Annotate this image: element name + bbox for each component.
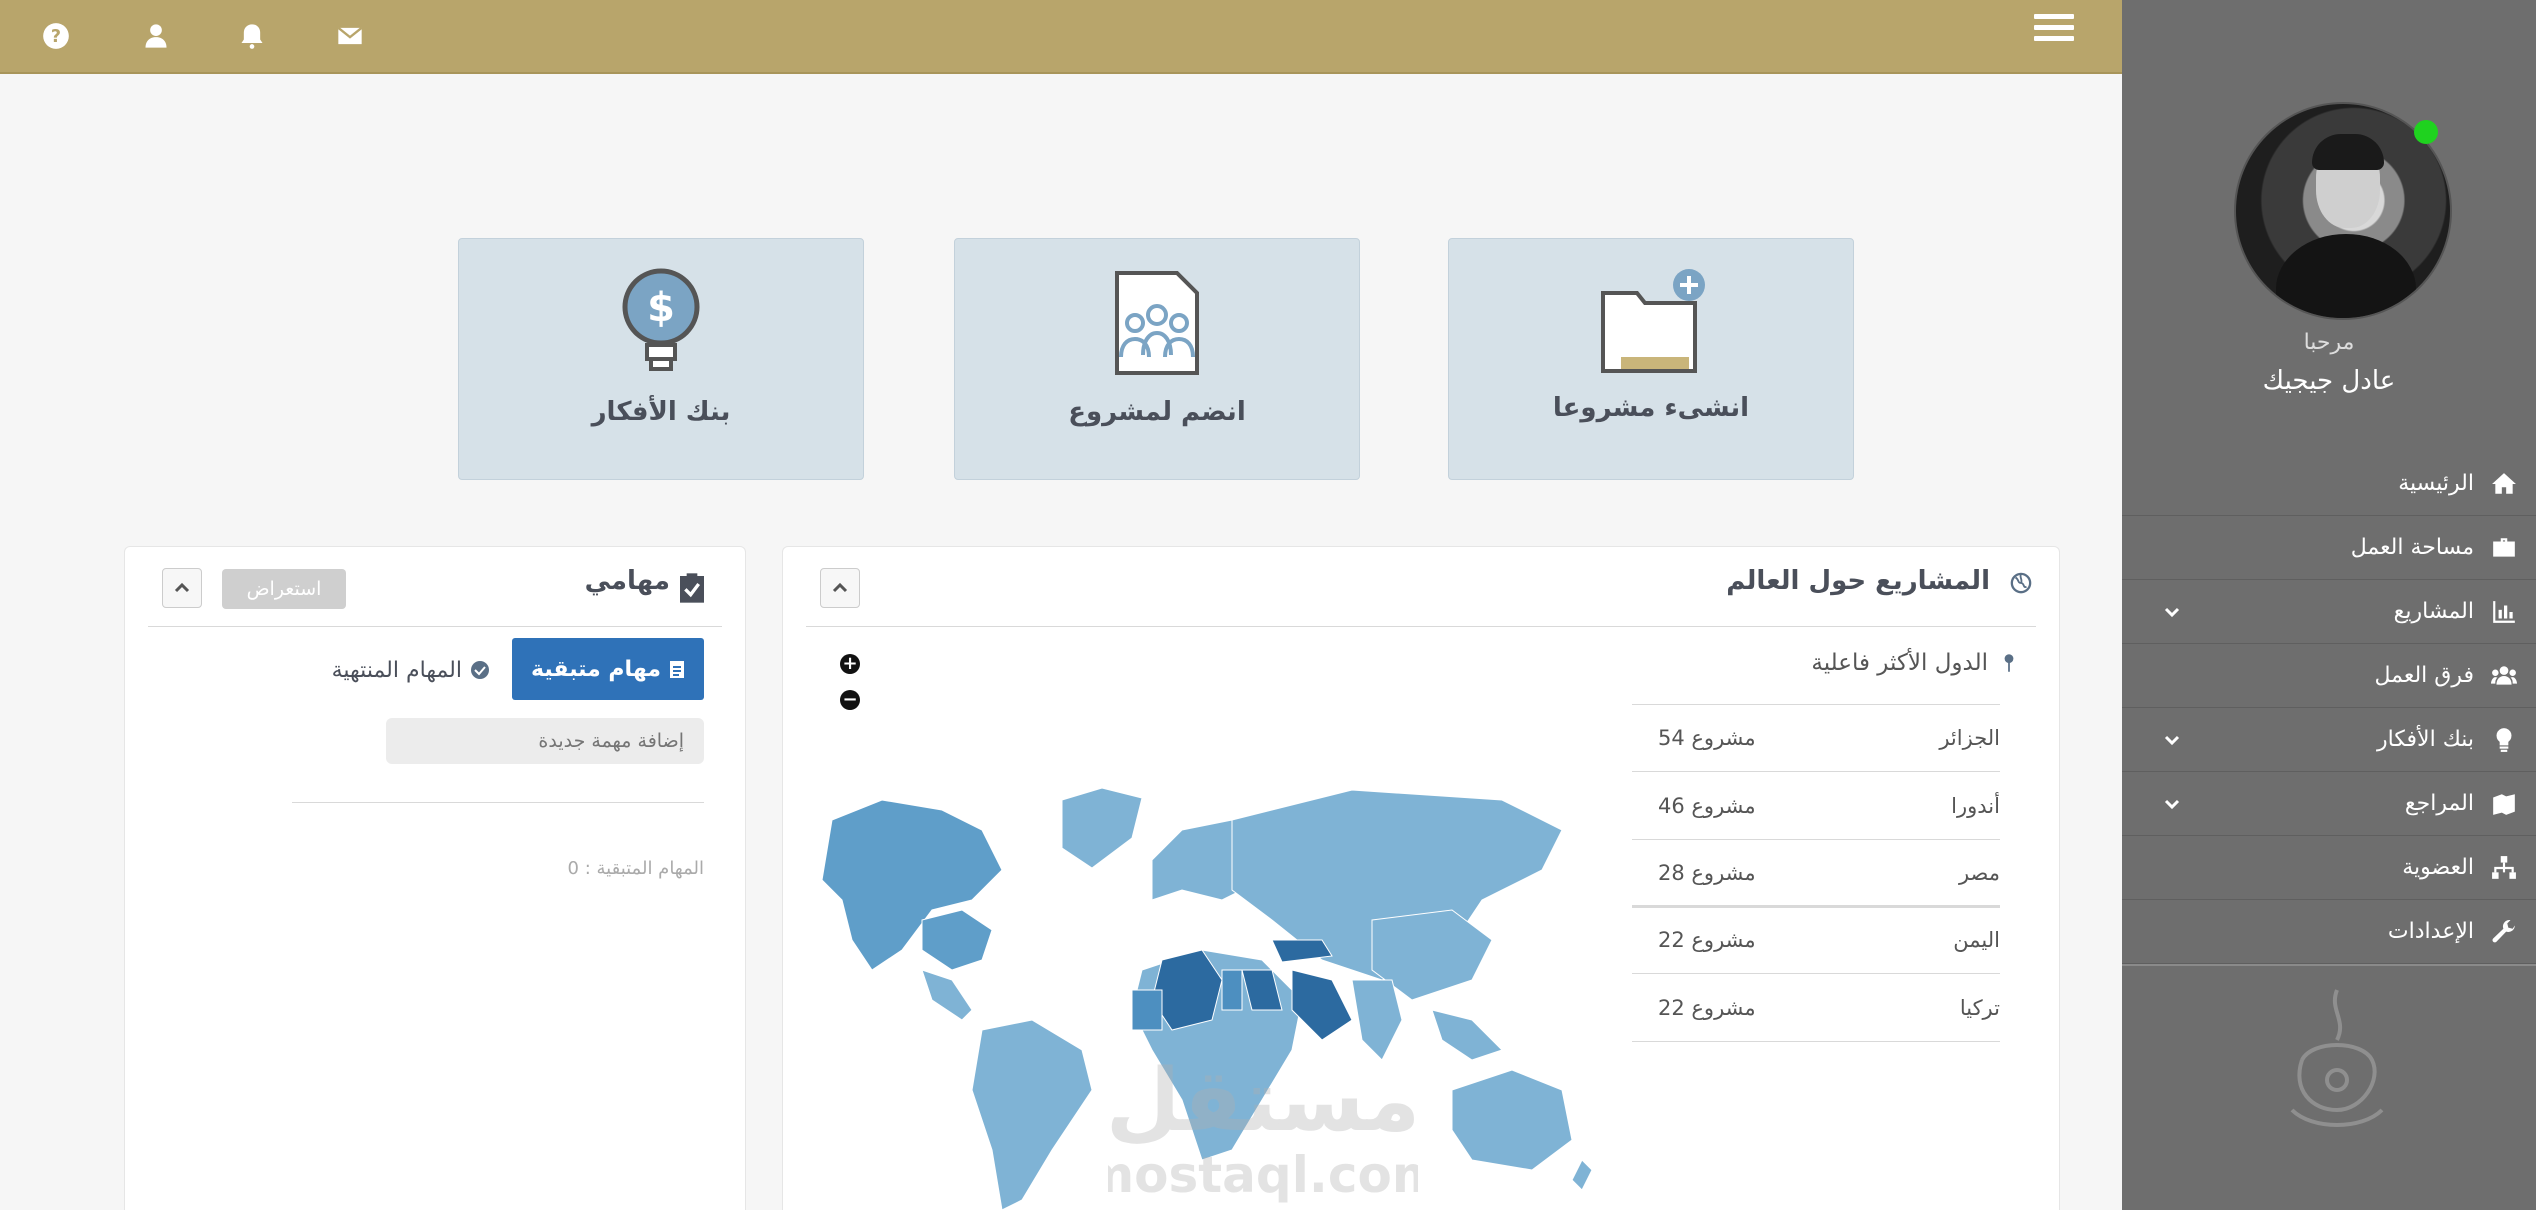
create-project-card[interactable]: انشىء مشروعا: [1448, 238, 1854, 480]
sidebar-nav: الرئيسية مساحة العمل المشاريع فرق العمل …: [2122, 452, 2536, 964]
username[interactable]: عادل جيجيك: [2122, 366, 2536, 396]
country-project-count: 46 مشروع: [1658, 793, 1756, 818]
ideas-bank-card[interactable]: $ بنك الأفكار: [458, 238, 864, 480]
zoom-in-button[interactable]: +: [840, 654, 860, 674]
country-row: 46 مشروع أندورا: [1632, 772, 2000, 840]
watermark-logo: مستقل mostaql.com: [1108, 1051, 1418, 1204]
pending-tasks-tab[interactable]: مهام متبقية: [512, 638, 704, 700]
sidebar-item-label: الرئيسية: [2398, 471, 2474, 496]
country-name: أندورا: [1951, 793, 2000, 818]
sidebar-item-ideas[interactable]: بنك الأفكار: [2122, 708, 2536, 772]
sidebar-item-label: الإعدادات: [2387, 919, 2474, 944]
chevron-up-icon: [832, 582, 848, 593]
country-project-count: 22 مشروع: [1658, 927, 1756, 952]
sidebar-item-label: المراجع: [2404, 791, 2474, 816]
logo-icon: [2290, 989, 2384, 1127]
sidebar-item-label: فرق العمل: [2374, 663, 2474, 688]
sidebar-item-projects[interactable]: المشاريع: [2122, 580, 2536, 644]
globe-icon: [2010, 572, 2032, 594]
tasks-title: مهامي: [584, 566, 670, 596]
divider: [806, 626, 2036, 627]
folder-add-icon: [1601, 269, 1705, 373]
pending-tasks-count: المهام المتبقية : 0: [567, 858, 704, 879]
sitemap-icon: [2490, 854, 2518, 882]
check-circle-icon: [471, 661, 489, 679]
zoom-out-button[interactable]: −: [840, 690, 860, 710]
clipboard-list-icon: [669, 661, 684, 678]
map-pin-icon: [2004, 654, 2014, 672]
browse-button[interactable]: استعراض: [222, 569, 346, 609]
sidebar-item-references[interactable]: المراجع: [2122, 772, 2536, 836]
projects-world-title: المشاريع حول العالم: [1726, 566, 1990, 596]
envelope-icon[interactable]: [332, 18, 368, 54]
watermark-arabic: مستقل: [1108, 1051, 1418, 1151]
home-icon: [2490, 470, 2518, 498]
sidebar-item-settings[interactable]: الإعدادات: [2122, 900, 2536, 964]
join-project-title: انضم لمشروع: [1068, 397, 1246, 427]
country-row: 28 مشروع مصر: [1632, 840, 2000, 908]
pending-tasks-label: مهام متبقية: [531, 656, 661, 682]
top-bar: ?: [0, 0, 2122, 74]
top-countries-title: الدول الأكثر فاعلية: [1811, 650, 1988, 676]
top-countries-heading: الدول الأكثر فاعلية: [1620, 650, 2016, 676]
help-icon[interactable]: ?: [38, 18, 74, 54]
user-icon[interactable]: [138, 18, 174, 54]
country-row: 54 مشروع الجزائر: [1632, 704, 2000, 772]
sidebar-item-workspace[interactable]: مساحة العمل: [2122, 516, 2536, 580]
sidebar-item-teams[interactable]: فرق العمل: [2122, 644, 2536, 708]
lightbulb-icon: [2490, 726, 2518, 754]
divider: [148, 626, 722, 627]
ideas-bank-title: بنك الأفكار: [591, 397, 731, 427]
lightbulb-dollar-icon: $: [622, 268, 700, 371]
country-name: اليمن: [1953, 927, 2000, 952]
svg-text:$: $: [647, 285, 675, 331]
sidebar-item-home[interactable]: الرئيسية: [2122, 452, 2536, 516]
country-project-count: 54 مشروع: [1658, 725, 1756, 750]
team-folder-icon: [1115, 271, 1199, 375]
svg-text:?: ?: [51, 27, 61, 47]
new-task-input[interactable]: [386, 718, 704, 764]
clipboard-check-icon: [676, 572, 708, 604]
sidebar-item-label: بنك الأفكار: [2377, 727, 2474, 752]
watermark-english: mostaql.com: [1108, 1146, 1418, 1204]
country-name: تركيا: [1959, 995, 2000, 1020]
create-project-title: انشىء مشروعا: [1552, 393, 1750, 423]
chart-icon: [2490, 598, 2518, 626]
books-icon: [2490, 790, 2518, 818]
chevron-down-icon[interactable]: [2162, 730, 2182, 750]
country-row: 22 مشروع تركيا: [1632, 974, 2000, 1042]
sidebar: مرحبا عادل جيجيك الرئيسية مساحة العمل ال…: [2122, 0, 2536, 1210]
wrench-icon: [2490, 918, 2518, 946]
bell-icon[interactable]: [234, 18, 270, 54]
chevron-down-icon[interactable]: [2162, 794, 2182, 814]
sidebar-item-label: مساحة العمل: [2350, 535, 2474, 560]
country-project-count: 22 مشروع: [1658, 995, 1756, 1020]
divider: [292, 802, 704, 803]
profile-section: مرحبا عادل جيجيك: [2122, 0, 2536, 452]
hamburger-icon[interactable]: [2034, 14, 2074, 50]
country-name: مصر: [1958, 860, 2000, 885]
sidebar-item-membership[interactable]: العضوية: [2122, 836, 2536, 900]
chevron-up-icon: [174, 582, 190, 593]
collapse-button[interactable]: [162, 568, 202, 608]
done-tasks-tab[interactable]: المهام المنتهية: [300, 650, 490, 690]
greeting-text: مرحبا: [2303, 330, 2355, 355]
done-tasks-label: المهام المنتهية: [331, 657, 462, 683]
sidebar-item-label: العضوية: [2402, 855, 2474, 880]
sidebar-item-label: المشاريع: [2393, 599, 2474, 624]
country-project-count: 28 مشروع: [1658, 860, 1756, 885]
country-name: الجزائر: [1939, 725, 2000, 750]
briefcase-icon: [2490, 534, 2518, 562]
chevron-down-icon[interactable]: [2162, 602, 2182, 622]
collapse-button[interactable]: [820, 568, 860, 608]
users-icon: [2490, 662, 2518, 690]
country-row: 22 مشروع اليمن: [1632, 906, 2000, 974]
online-status-dot: [2414, 120, 2438, 144]
join-project-card[interactable]: انضم لمشروع: [954, 238, 1360, 480]
